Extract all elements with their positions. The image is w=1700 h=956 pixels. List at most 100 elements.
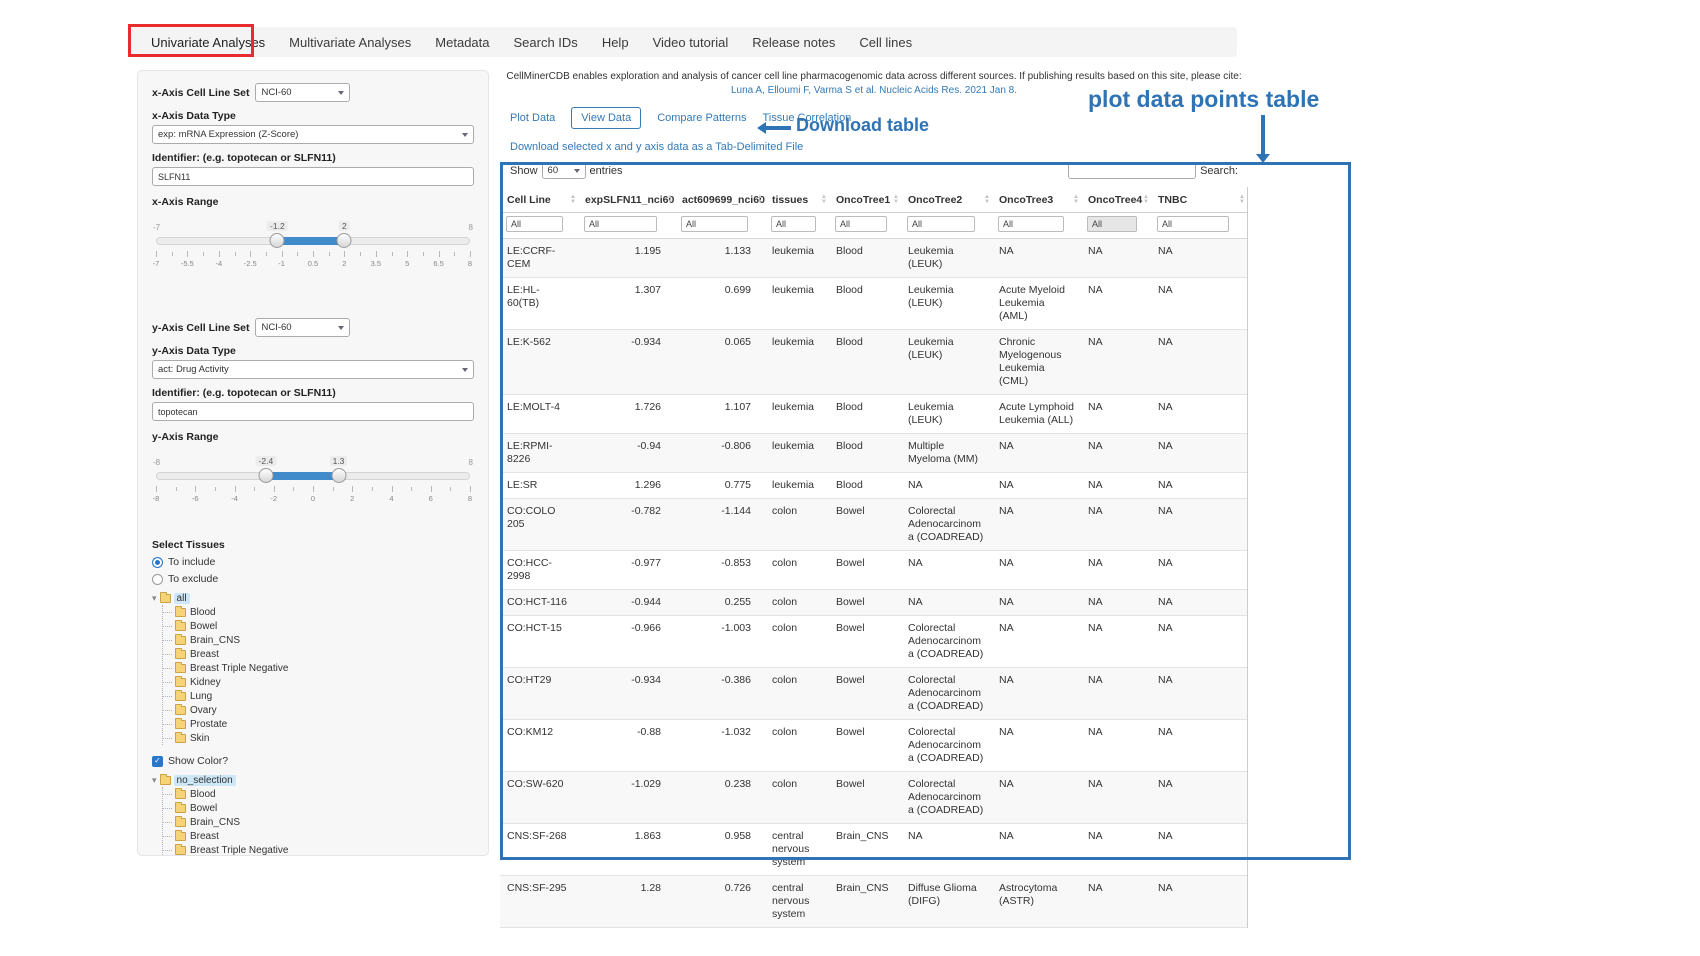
tree-item-label: Bowel (190, 621, 217, 632)
nav-item-cell-lines[interactable]: Cell lines (847, 35, 924, 50)
tissue-include-tree-item-breast[interactable]: Breast (175, 647, 474, 661)
x-data-type-value: exp: mRNA Expression (Z-Score) (158, 129, 298, 140)
nav-item-metadata[interactable]: Metadata (423, 35, 501, 50)
tree-item-label: Blood (190, 789, 216, 800)
x-data-type-select[interactable]: exp: mRNA Expression (Z-Score) (152, 125, 474, 144)
slider-fill (277, 237, 344, 245)
y-data-type-select[interactable]: act: Drug Activity (152, 360, 474, 379)
tree-item-label: Breast (190, 649, 219, 660)
tree-item-label: Breast (190, 831, 219, 842)
citation-link[interactable]: Luna A, Elloumi F, Varma S et al. Nuclei… (731, 85, 1017, 96)
annotation-down-arrow-icon (1255, 115, 1271, 163)
arrow-head (1256, 154, 1270, 163)
y-data-type-value: act: Drug Activity (158, 364, 229, 375)
chevron-down-icon (462, 133, 468, 137)
sidebar-controls: x-Axis Cell Line Set NCI-60 x-Axis Data … (137, 70, 489, 856)
range-handle-high[interactable] (337, 233, 352, 248)
folder-icon (175, 804, 186, 813)
tab-view-data[interactable]: View Data (571, 107, 641, 129)
chevron-down-icon (338, 91, 344, 95)
folder-icon (175, 692, 186, 701)
x-cell-line-set-select[interactable]: NCI-60 (255, 83, 350, 102)
annotation-left-arrow-icon (757, 122, 791, 134)
x-identifier-input[interactable] (152, 167, 474, 186)
tissue-exclude-tree: ▾no_selection BloodBowelBrain_CNS BreastBr… (152, 775, 474, 856)
tissue-include-tree-item-ovary[interactable]: Ovary (175, 703, 474, 717)
tree-item-label: Ovary (190, 705, 217, 716)
table-cell: Brain_CNS (829, 876, 901, 928)
table-cell: Astrocytoma (ASTR) (992, 876, 1081, 928)
y-cell-line-set-value: NCI-60 (261, 322, 291, 333)
range-handle-low[interactable] (258, 468, 273, 483)
tree-expander-icon[interactable]: ▾ (152, 775, 157, 786)
folder-icon (175, 720, 186, 729)
y-identifier-label: Identifier: (e.g. topotecan or SLFN11) (152, 387, 474, 399)
tree-item-label: Breast Triple Negative (190, 663, 288, 674)
tree-item-label: Blood (190, 607, 216, 618)
x-cell-line-set-value: NCI-60 (261, 87, 291, 98)
radio-to-include[interactable]: To include (152, 556, 474, 568)
nav-item-release-notes[interactable]: Release notes (740, 35, 847, 50)
radio-to-exclude-label: To exclude (168, 573, 218, 585)
y-range-slider[interactable]: -88-2.41.3-8-6-4-202468 (156, 459, 470, 509)
folder-icon (175, 622, 186, 631)
tissue-exclude-tree-item-brain-cns[interactable]: Brain_CNS (175, 815, 474, 829)
tissue-include-tree: ▾ allBlood Bowel Brain_CNS Breast Breast Trip… (152, 593, 474, 745)
tab-plot-data[interactable]: Plot Data (510, 112, 555, 124)
tissue-include-tree-root[interactable]: ▾ all (152, 593, 474, 604)
x-range-label: x-Axis Range (152, 196, 474, 208)
tissue-include-tree-item-kidney[interactable]: Kidney (175, 675, 474, 689)
intro-text: CellMinerCDB enables exploration and ana… (500, 63, 1248, 82)
tissue-include-tree-root-label: all (174, 593, 190, 604)
y-identifier-input[interactable] (152, 402, 474, 421)
range-handle-high[interactable] (331, 468, 346, 483)
tissue-exclude-tree-item-breast[interactable]: Breast (175, 829, 474, 843)
select-tissues-label: Select Tissues (152, 539, 474, 551)
folder-icon (175, 636, 186, 645)
tissue-include-tree-item-bowel[interactable]: Bowel (175, 619, 474, 633)
checkbox-checked-icon (152, 756, 163, 767)
show-color-checkbox[interactable]: Show Color? (152, 755, 474, 767)
x-identifier-label: Identifier: (e.g. topotecan or SLFN11) (152, 152, 474, 164)
tree-item-label: Brain_CNS (190, 635, 240, 646)
y-cell-line-set-select[interactable]: NCI-60 (255, 318, 350, 337)
tissue-exclude-tree-item-blood[interactable]: Blood (175, 787, 474, 801)
arrow-stem (1261, 115, 1265, 154)
tissue-exclude-tree-item-breast-triple-negative[interactable]: Breast Triple Negative (175, 843, 474, 856)
tissue-exclude-tree-item-bowel[interactable]: Bowel (175, 801, 474, 815)
y-cell-line-set-label: y-Axis Cell Line Set (152, 322, 249, 334)
folder-icon (175, 846, 186, 855)
tissue-exclude-tree-root[interactable]: ▾no_selection (152, 775, 474, 786)
tissue-include-tree-item-blood[interactable]: Blood (175, 605, 474, 619)
folder-icon (175, 818, 186, 827)
nav-item-video-tutorial[interactable]: Video tutorial (641, 35, 741, 50)
nav-item-search-ids[interactable]: Search IDs (502, 35, 590, 50)
nav-item-multivariate-analyses[interactable]: Multivariate Analyses (277, 35, 423, 50)
table-cell: NA (1151, 876, 1247, 928)
tissue-include-tree-item-prostate[interactable]: Prostate (175, 717, 474, 731)
tab-compare-patterns[interactable]: Compare Patterns (657, 112, 746, 124)
tree-expander-icon[interactable]: ▾ (152, 593, 157, 604)
table-cell: 1.28 (578, 876, 675, 928)
radio-to-include-label: To include (168, 556, 215, 568)
arrow-stem (766, 126, 791, 130)
table-cell: NA (1081, 876, 1151, 928)
folder-icon (160, 776, 171, 785)
tree-item-label: Kidney (190, 677, 221, 688)
radio-to-exclude[interactable]: To exclude (152, 573, 474, 585)
tissue-include-tree-item-breast-triple-negative[interactable]: Breast Triple Negative (175, 661, 474, 675)
tissue-include-tree-item-lung[interactable]: Lung (175, 689, 474, 703)
nav-item-help[interactable]: Help (590, 35, 641, 50)
tissue-include-tree-item-brain-cns[interactable]: Brain_CNS (175, 633, 474, 647)
table-cell: Diffuse Glioma (DIFG) (901, 876, 992, 928)
tissue-include-tree-item-skin[interactable]: Skin (175, 731, 474, 745)
folder-icon (175, 678, 186, 687)
range-handle-low[interactable] (270, 233, 285, 248)
radio-checked-icon (152, 557, 163, 568)
y-range-label: y-Axis Range (152, 431, 474, 443)
x-range-slider[interactable]: -78-1.22-7-5.5-4-2.5-10.523.556.58 (156, 224, 470, 274)
download-link[interactable]: Download selected x and y axis data as a… (510, 141, 803, 153)
chevron-down-icon (462, 368, 468, 372)
radio-unchecked-icon (152, 574, 163, 585)
tree-item-label: Lung (190, 691, 212, 702)
